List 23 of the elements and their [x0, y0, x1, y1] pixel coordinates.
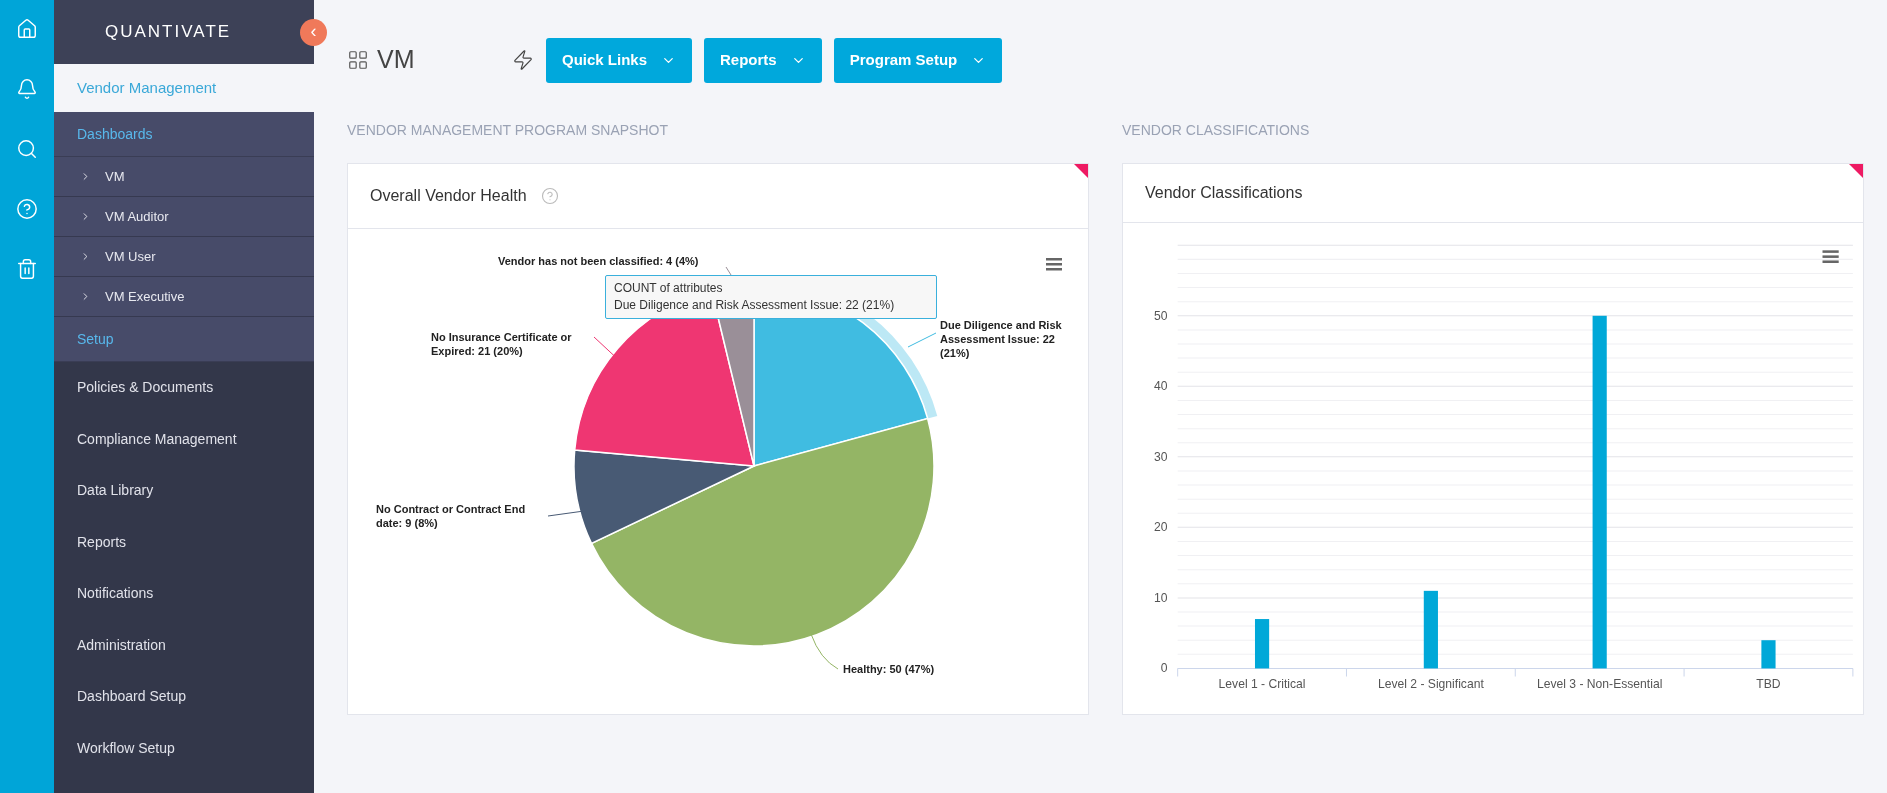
section-heading: VENDOR MANAGEMENT PROGRAM SNAPSHOT — [347, 121, 669, 140]
section-heading: VENDOR CLASSIFICATIONS — [1122, 121, 1311, 140]
slice-label: No Insurance Certificate or Expired: 21 (20%) — [431, 331, 572, 357]
logo: QUANTIVATE — [105, 21, 232, 44]
tooltip-title: COUNT of attributes — [614, 280, 724, 297]
category-label: Level 1 - Critical — [1218, 676, 1306, 691]
axis-tick-label: 20 — [1154, 520, 1168, 535]
category-label: TBD — [1756, 676, 1781, 691]
category-label: Level 2 - Significant — [1377, 676, 1484, 691]
tooltip-value: Due Diligence and Risk Assessment Issue: 22 (21%) — [614, 297, 896, 314]
axis-tick-label: 50 — [1154, 308, 1168, 323]
axis-tick-label: 10 — [1154, 590, 1168, 605]
axis-tick-label: 0 — [1160, 661, 1168, 676]
slice-label: Due Diligence and Risk Assessment Issue: 22 (21%) — [940, 319, 1062, 359]
slice-label: No Contract or Contract End date: 9 (8%) — [376, 503, 526, 529]
category-label: Level 3 - Non-Essential — [1537, 676, 1663, 691]
card-title: Overall Vendor Health — [370, 186, 527, 206]
axis-tick-label: 40 — [1154, 379, 1168, 394]
page-title: VM — [377, 44, 415, 76]
slice-label: Vendor has not been classified: 4 (4%) — [498, 255, 699, 267]
card-title: Vendor Classifications — [1145, 183, 1303, 203]
slice-label: Healthy: 50 (47%) — [843, 663, 935, 675]
axis-tick-label: 30 — [1154, 449, 1168, 464]
